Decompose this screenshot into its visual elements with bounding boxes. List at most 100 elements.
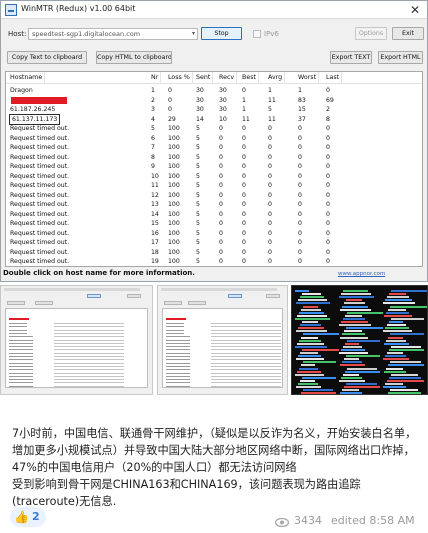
cell-loss: 100: [168, 210, 180, 218]
mini-row-line: [166, 365, 190, 367]
exit-button[interactable]: Exit: [392, 27, 424, 40]
terminal-text-line: [340, 364, 365, 367]
cell-recv: 0: [219, 144, 223, 151]
cell-recv: 0: [219, 153, 223, 161]
cell-hostname[interactable]: Request timed out.: [10, 229, 69, 238]
reaction-button[interactable]: 👍 2: [10, 507, 46, 527]
table-row[interactable]: 61.137.11.173 4 29 14 10 11 11 37 8: [6, 113, 422, 125]
copy-text-button[interactable]: Copy Text to clipboard: [7, 51, 87, 64]
column-nr[interactable]: Nr: [151, 72, 162, 84]
table-row[interactable]: Request timed out. 13 100 5 0 0 0 0 0: [6, 200, 422, 209]
close-icon[interactable]: ✕: [407, 2, 423, 18]
website-link[interactable]: www.appnor.com: [338, 271, 385, 277]
copy-html-button[interactable]: Copy HTML to clipboard: [96, 51, 172, 64]
terminal-text-line: [384, 342, 409, 345]
mini-row-values: [54, 359, 124, 361]
mini-row-values: [211, 352, 281, 354]
cell-recv: 0: [219, 220, 223, 227]
table-row[interactable]: 61.187.26.245 3 0 30 30 1 5 15 2: [6, 105, 422, 114]
cell-nr: 8: [151, 153, 155, 161]
table-row[interactable]: Request timed out. 10 100 5 0 0 0 0 0: [6, 172, 422, 181]
export-text-button[interactable]: Export TEXT: [330, 51, 372, 64]
mini-row-values: [211, 356, 281, 357]
table-row[interactable]: Dragon 1 0 30 30 0 1 1 0: [6, 86, 422, 95]
column-last[interactable]: Last: [326, 72, 343, 84]
mini-row-values: [54, 349, 124, 351]
table-row[interactable]: Request timed out. 14 100 5 0 0 0 0 0: [6, 210, 422, 219]
table-row[interactable]: Request timed out. 15 100 5 0 0 0 0 0: [6, 219, 422, 228]
cell-loss: 100: [168, 153, 180, 161]
mini-row-values: [54, 329, 124, 331]
cell-hostname[interactable]: 61.137.11.173: [8, 113, 61, 125]
cell-hostname[interactable]: Request timed out.: [10, 172, 69, 181]
terminal-text-line: [388, 336, 403, 339]
table-row[interactable]: Request timed out. 16 100 5 0 0 0 0 0: [6, 229, 422, 238]
cell-last: 0: [326, 220, 330, 227]
table-row[interactable]: Request timed out. 11 100 5 0 0 0 0 0: [6, 181, 422, 190]
mini-row-values: [54, 369, 124, 371]
view-count: 3434: [294, 514, 322, 527]
column-sent[interactable]: Sent: [196, 72, 214, 84]
options-button[interactable]: Options: [355, 27, 387, 40]
host-combobox[interactable]: speedtest-sgp1.digitalocean.com ▾: [28, 28, 198, 40]
cell-hostname[interactable]: Request timed out.: [10, 181, 69, 190]
cell-avrg: 0: [268, 182, 272, 189]
cell-hostname[interactable]: Request timed out.: [10, 257, 69, 266]
table-row[interactable]: 2 0 30 30 1 11 83 69: [6, 96, 422, 105]
thumbnail-terminal[interactable]: [291, 285, 428, 395]
cell-best: 11: [242, 115, 250, 123]
column-best[interactable]: Best: [242, 72, 259, 84]
cell-hostname[interactable]: Request timed out.: [10, 134, 69, 143]
mini-row-line: [9, 349, 33, 351]
mini-row-values: [211, 342, 281, 344]
cell-hostname[interactable]: Request timed out.: [10, 153, 69, 162]
cell-hostname[interactable]: Request timed out.: [10, 248, 69, 257]
ipv6-checkbox[interactable]: [253, 30, 261, 38]
cell-recv: 0: [219, 134, 223, 142]
mini-row-line: [9, 382, 33, 384]
table-row[interactable]: Request timed out. 19 100 5 0 0 0 0 0: [6, 257, 422, 266]
cell-hostname[interactable]: Request timed out.: [10, 143, 69, 152]
table-row[interactable]: Request timed out. 7 100 5 0 0 0 0 0: [6, 143, 422, 152]
column-hostname[interactable]: Hostname: [10, 72, 46, 84]
column-recv[interactable]: Recv: [219, 72, 238, 84]
export-html-button[interactable]: Export HTML: [378, 51, 423, 64]
mini-row-line: [9, 329, 27, 331]
table-row[interactable]: Request timed out. 18 100 5 0 0 0 0 0: [6, 248, 422, 257]
cell-hostname[interactable]: Request timed out.: [10, 238, 69, 247]
cell-hostname[interactable]: Request timed out.: [10, 124, 69, 133]
cell-best: 0: [242, 258, 246, 265]
column-loss[interactable]: Loss %: [168, 72, 193, 84]
cell-hostname[interactable]: Request timed out.: [10, 210, 69, 219]
column-worst[interactable]: Worst: [298, 72, 320, 84]
cell-hostname[interactable]: Dragon: [10, 86, 33, 95]
table-row[interactable]: Request timed out. 6 100 5 0 0 0 0 0: [6, 134, 422, 143]
mini-row-line: [9, 369, 33, 371]
mini-row-values: [54, 332, 124, 334]
table-row[interactable]: Request timed out. 8 100 5 0 0 0 0 0: [6, 153, 422, 162]
cell-avrg: 0: [268, 172, 272, 180]
cell-last: 0: [326, 258, 330, 265]
thumbnail-winmtr-2[interactable]: [157, 285, 288, 395]
trace-table[interactable]: Hostname Nr Loss % Sent Recv Best Avrg W…: [5, 71, 423, 267]
cell-hostname[interactable]: Request timed out.: [10, 191, 69, 200]
cell-hostname[interactable]: Request timed out.: [10, 219, 69, 228]
thumbnail-winmtr-1[interactable]: [0, 285, 153, 395]
cell-nr: 5: [151, 125, 155, 132]
chevron-down-icon[interactable]: ▾: [192, 30, 195, 37]
cell-loss: 0: [168, 87, 172, 94]
cell-loss: 100: [168, 258, 180, 265]
stop-button[interactable]: Stop: [201, 27, 242, 40]
cell-hostname[interactable]: Request timed out.: [10, 162, 69, 171]
table-row[interactable]: Request timed out. 9 100 5 0 0 0 0 0: [6, 162, 422, 171]
cell-sent: 5: [196, 210, 200, 218]
cell-avrg: 0: [268, 201, 272, 208]
mini-row-line: [166, 359, 190, 361]
table-row[interactable]: Request timed out. 12 100 5 0 0 0 0 0: [6, 191, 422, 200]
cell-hostname[interactable]: Request timed out.: [10, 200, 69, 209]
terminal-text-line: [389, 293, 406, 296]
table-row[interactable]: Request timed out. 17 100 5 0 0 0 0 0: [6, 238, 422, 247]
table-row[interactable]: Request timed out. 5 100 5 0 0 0 0 0: [6, 124, 422, 133]
column-avrg[interactable]: Avrg: [268, 72, 286, 84]
cell-hostname[interactable]: 61.187.26.245: [10, 105, 55, 114]
